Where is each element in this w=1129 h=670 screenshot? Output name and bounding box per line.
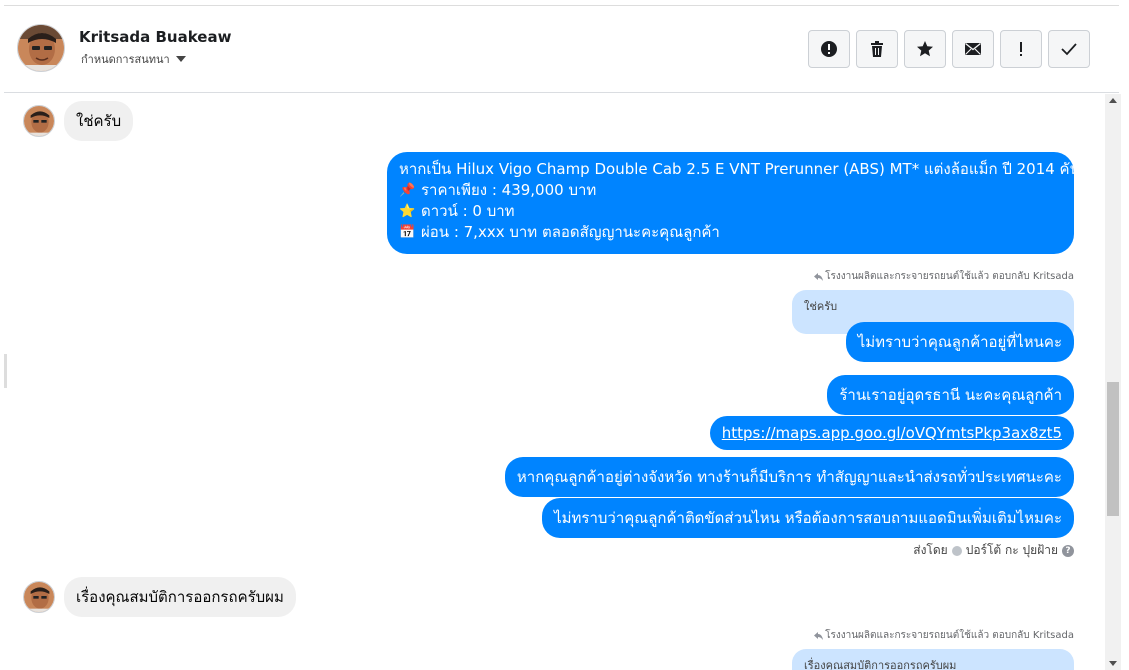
sent-by-info: ส่งโดย ปอร์โต้ กะ ปุยฝ้าย ? — [913, 541, 1074, 560]
important-button[interactable] — [1000, 30, 1042, 68]
message-thread[interactable]: ใช่ครับ หากเป็น Hilux Vigo Champ Double … — [4, 94, 1105, 670]
contact-name[interactable]: Kritsada Buakeaw — [79, 28, 231, 46]
offer-title: หากเป็น Hilux Vigo Champ Double Cab 2.5 … — [399, 160, 1091, 178]
outgoing-link-message[interactable]: https://maps.app.goo.gl/oVQYmtsPkp3ax8zt… — [709, 416, 1074, 450]
exclamation-icon — [1020, 42, 1022, 56]
scroll-up-arrow-icon[interactable] — [1109, 98, 1117, 103]
alert-circle-icon — [821, 41, 837, 57]
outgoing-message[interactable]: ไม่ทราบว่าคุณลูกค้าอยู่ที่ไหนคะ — [845, 322, 1074, 362]
delete-button[interactable] — [856, 30, 898, 68]
sent-by-name: ปอร์โต้ กะ ปุยฝ้าย — [965, 543, 1058, 557]
report-button[interactable] — [808, 30, 850, 68]
star-emoji-icon: ⭐ — [399, 203, 416, 219]
pushpin-icon: 📌 — [399, 182, 416, 198]
reply-note: โรงงานผลิตและกระจายรถยนต์ใช้แล้ว ตอบกลับ… — [814, 628, 1074, 643]
trash-icon — [871, 41, 883, 57]
header-actions — [808, 30, 1090, 68]
help-icon[interactable]: ? — [1062, 544, 1074, 557]
envelope-icon — [965, 42, 981, 55]
reply-note: โรงงานผลิตและกระจายรถยนต์ใช้แล้ว ตอบกลับ… — [814, 269, 1074, 284]
offer-installment-line: 📅 ผ่อน : 7,xxx บาท ตลอดสัญญานะคะคุณลูกค้… — [399, 222, 1062, 243]
quoted-message[interactable]: เรื่องคุณสมบัติการออกรถครับผม — [792, 649, 1074, 670]
calendar-icon: 📅 — [399, 224, 416, 240]
sender-avatar — [23, 581, 55, 613]
map-link[interactable]: https://maps.app.goo.gl/oVQYmtsPkp3ax8zt… — [722, 424, 1062, 442]
incoming-message[interactable]: เรื่องคุณสมบัติการออกรถครับผม — [64, 577, 296, 617]
conversation-status-label: กำหนดการสนทนา — [81, 53, 170, 66]
sender-dot-icon — [951, 545, 962, 556]
check-icon — [1061, 43, 1077, 56]
reply-arrow-icon — [814, 272, 824, 281]
offer-price-line: 📌 ราคาเพียง : 439,000 บาท — [399, 180, 1062, 201]
offer-price: ราคาเพียง : 439,000 บาท — [421, 181, 597, 199]
chevron-down-icon — [175, 56, 186, 62]
thread-scrollbar[interactable] — [1105, 94, 1121, 670]
reply-arrow-icon — [814, 631, 824, 640]
star-icon — [917, 41, 933, 57]
contact-avatar[interactable] — [17, 24, 65, 72]
scrollbar-thumb[interactable] — [1107, 382, 1119, 516]
conversation-status-dropdown[interactable]: กำหนดการสนทนา — [81, 50, 186, 68]
scroll-down-arrow-icon[interactable] — [1109, 661, 1117, 666]
offer-down-payment: ดาวน์ : 0 บาท — [421, 202, 515, 220]
offer-down-line: ⭐ ดาวน์ : 0 บาท — [399, 201, 1062, 222]
incoming-message[interactable]: ใช่ครับ — [64, 101, 134, 141]
sent-by-prefix: ส่งโดย — [913, 543, 948, 557]
sender-avatar — [23, 105, 55, 137]
reply-note-text: โรงงานผลิตและกระจายรถยนต์ใช้แล้ว ตอบกลับ… — [825, 630, 1074, 641]
offer-installment: ผ่อน : 7,xxx บาท ตลอดสัญญานะคะคุณลูกค้า — [421, 223, 720, 241]
outgoing-message[interactable]: หากคุณลูกค้าอยู่ต่างจังหวัด ทางร้านก็มีบ… — [504, 457, 1074, 497]
outgoing-message[interactable]: ไม่ทราบว่าคุณลูกค้าติดขัดส่วนไหน หรือต้อ… — [542, 498, 1074, 538]
panel-resize-handle[interactable] — [4, 354, 7, 388]
outgoing-message[interactable]: ร้านเราอยู่อุดรธานี นะคะคุณลูกค้า — [827, 375, 1074, 415]
outgoing-message-offer[interactable]: หากเป็น Hilux Vigo Champ Double Cab 2.5 … — [387, 152, 1091, 254]
mark-unread-button[interactable] — [952, 30, 994, 68]
reply-note-text: โรงงานผลิตและกระจายรถยนต์ใช้แล้ว ตอบกลับ… — [825, 271, 1074, 282]
mark-done-button[interactable] — [1048, 30, 1090, 68]
star-button[interactable] — [904, 30, 946, 68]
conversation-header: Kritsada Buakeaw กำหนดการสนทนา — [4, 5, 1119, 93]
